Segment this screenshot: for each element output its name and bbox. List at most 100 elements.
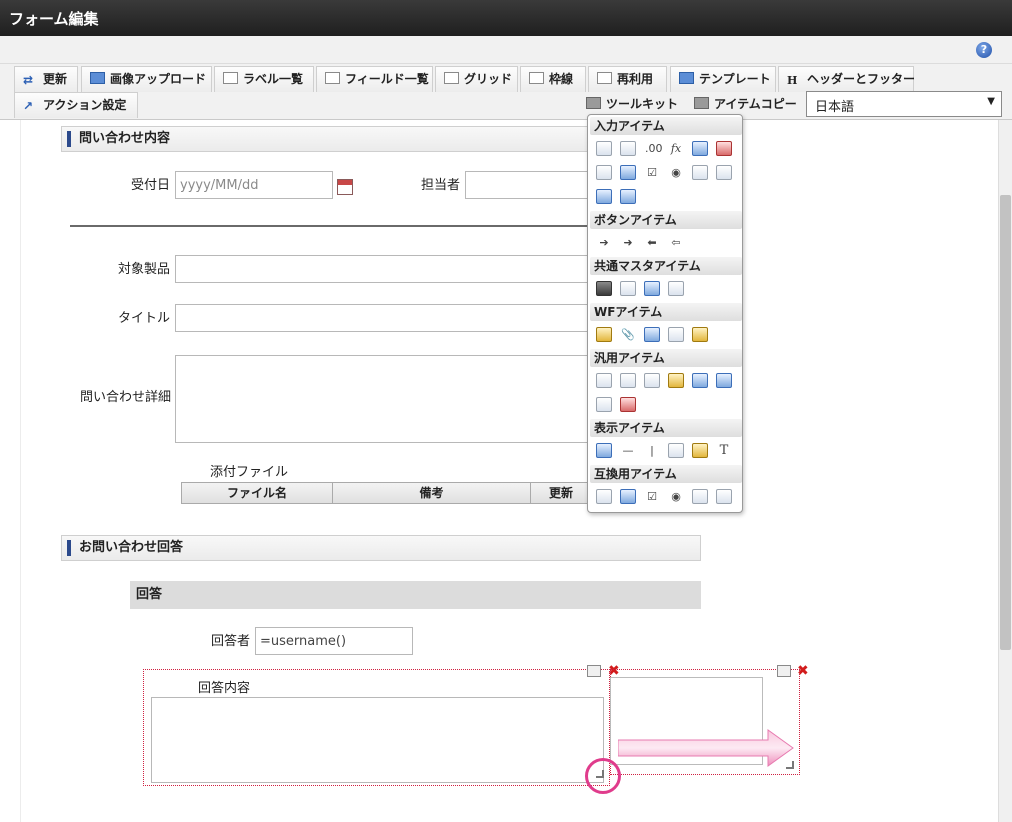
answer-label: 回答内容 <box>198 681 251 696</box>
compat-listbox-icon[interactable] <box>620 489 636 504</box>
image-upload-button[interactable]: 画像アップロード <box>81 66 212 92</box>
import-icon[interactable] <box>716 373 732 388</box>
clipboard-icon[interactable] <box>596 327 612 342</box>
help-icon[interactable]: ? <box>976 42 992 58</box>
organization-icon[interactable] <box>620 281 636 296</box>
attachments-table-header: ファイル名 備考 更新 <box>181 482 591 504</box>
sidebar-panel-icon[interactable] <box>596 397 612 412</box>
palette-cat-general: 汎用アイテム <box>590 349 742 367</box>
chevron-down-icon: ▼ <box>987 96 995 107</box>
refresh-button[interactable]: ⇄ 更新 <box>14 66 78 92</box>
radio-icon[interactable]: ◉ <box>668 165 684 180</box>
image-upload-icon <box>90 72 105 84</box>
return-button-icon[interactable]: ⇦ <box>668 235 684 250</box>
responder-label: 回答者 <box>210 634 250 649</box>
formula-icon[interactable]: fx <box>668 141 684 156</box>
label-list-button[interactable]: ラベル一覧 <box>214 66 314 92</box>
detail-textarea[interactable] <box>175 355 595 443</box>
compat-radio-icon[interactable]: ◉ <box>668 489 684 504</box>
camera-icon[interactable] <box>644 373 660 388</box>
palette-cat-display: 表示アイテム <box>590 419 742 437</box>
preview-properties-icon <box>777 665 791 677</box>
box-icon[interactable] <box>668 443 684 458</box>
detail-label: 問い合わせ詳細 <box>79 390 171 405</box>
file-upload-icon[interactable] <box>596 189 612 204</box>
reuse-button[interactable]: 再利用 <box>588 66 667 92</box>
calendar-icon[interactable] <box>337 179 353 195</box>
number-icon[interactable]: .00 <box>644 141 663 156</box>
drag-direction-arrow-icon <box>618 729 794 767</box>
answer-textarea[interactable] <box>151 697 604 783</box>
header-footer-button[interactable]: H ヘッダーとフッター <box>778 66 915 92</box>
resize-handle-highlight <box>585 758 621 794</box>
compat-textarea-icon[interactable] <box>596 489 612 504</box>
section-inquiry[interactable]: 問い合わせ内容 <box>61 126 601 152</box>
lookup-icon[interactable] <box>668 373 684 388</box>
media-icon[interactable] <box>620 397 636 412</box>
scroll-thumb[interactable] <box>1000 195 1011 650</box>
back-button-icon[interactable]: ⬅ <box>644 235 660 250</box>
user-icon[interactable] <box>596 281 612 296</box>
col-updated: 更新 <box>548 486 573 500</box>
toolkit-icon <box>586 97 601 109</box>
textarea-icon[interactable] <box>596 165 612 180</box>
next-button-icon[interactable]: ➜ <box>620 235 636 250</box>
separator-field-icon[interactable] <box>596 373 612 388</box>
vertical-line-icon[interactable]: | <box>644 443 660 458</box>
title-label: タイトル <box>117 311 170 326</box>
grid-button[interactable]: グリッド <box>435 66 518 92</box>
compat-combobox-icon[interactable] <box>716 489 732 504</box>
preview-delete-icon: ✖ <box>797 663 809 679</box>
image-icon[interactable] <box>644 327 660 342</box>
stamp-icon[interactable] <box>692 327 708 342</box>
checkbox-icon[interactable]: ☑ <box>644 165 660 180</box>
responder-field[interactable]: =username() <box>255 627 413 655</box>
field-list-button[interactable]: フィールド一覧 <box>316 66 433 92</box>
border-icon <box>529 72 544 84</box>
date-label: 受付日 <box>130 178 170 193</box>
action-icon: ↗ <box>23 99 34 113</box>
window-title: フォーム編集 <box>0 0 1012 36</box>
palette-cat-master: 共通マスタアイテム <box>590 257 742 275</box>
listbox-icon[interactable] <box>620 165 636 180</box>
label-icon[interactable] <box>596 443 612 458</box>
document-icon[interactable] <box>620 373 636 388</box>
select-icon[interactable] <box>692 165 708 180</box>
text-icon[interactable]: T <box>716 443 732 458</box>
group-icon[interactable] <box>668 281 684 296</box>
date-icon[interactable] <box>692 141 708 156</box>
submit-button-icon[interactable]: ➔ <box>596 235 612 250</box>
vertical-scrollbar[interactable] <box>998 120 1012 822</box>
compat-checkbox-icon[interactable]: ☑ <box>644 489 660 504</box>
export-icon[interactable] <box>692 373 708 388</box>
grid-icon <box>444 72 459 84</box>
horizontal-line-icon[interactable]: — <box>620 443 636 458</box>
combobox-icon[interactable] <box>716 165 732 180</box>
template-button[interactable]: テンプレート <box>670 66 776 92</box>
role-icon[interactable] <box>644 281 660 296</box>
subsection-answer[interactable]: 回答 <box>130 581 701 609</box>
section-answer[interactable]: お問い合わせ回答 <box>61 535 701 561</box>
textbox-icon[interactable] <box>596 141 612 156</box>
attachment-icon[interactable]: 📎 <box>620 327 636 342</box>
assignee-field[interactable] <box>465 171 595 199</box>
textbox-alt-icon[interactable] <box>620 141 636 156</box>
help-bar: ? <box>0 36 1012 64</box>
history-icon[interactable] <box>668 327 684 342</box>
palette-cat-compat: 互換用アイテム <box>590 465 742 483</box>
action-settings-button[interactable]: ↗ アクション設定 <box>14 92 138 118</box>
item-properties-icon[interactable] <box>587 665 601 677</box>
product-field[interactable] <box>175 255 595 283</box>
picture-icon[interactable] <box>692 443 708 458</box>
date-field[interactable]: yyyy/MM/dd <box>175 171 333 199</box>
title-field[interactable] <box>175 304 595 332</box>
datetime-icon[interactable] <box>716 141 732 156</box>
item-copy-icon <box>694 97 709 109</box>
border-button[interactable]: 枠線 <box>520 66 586 92</box>
compat-select-icon[interactable] <box>692 489 708 504</box>
field-list-icon <box>325 72 340 84</box>
header-footer-icon: H <box>787 74 798 87</box>
horizontal-divider <box>70 225 600 227</box>
table-icon[interactable] <box>620 189 636 204</box>
language-select[interactable]: 日本語 ▼ <box>806 91 1002 117</box>
